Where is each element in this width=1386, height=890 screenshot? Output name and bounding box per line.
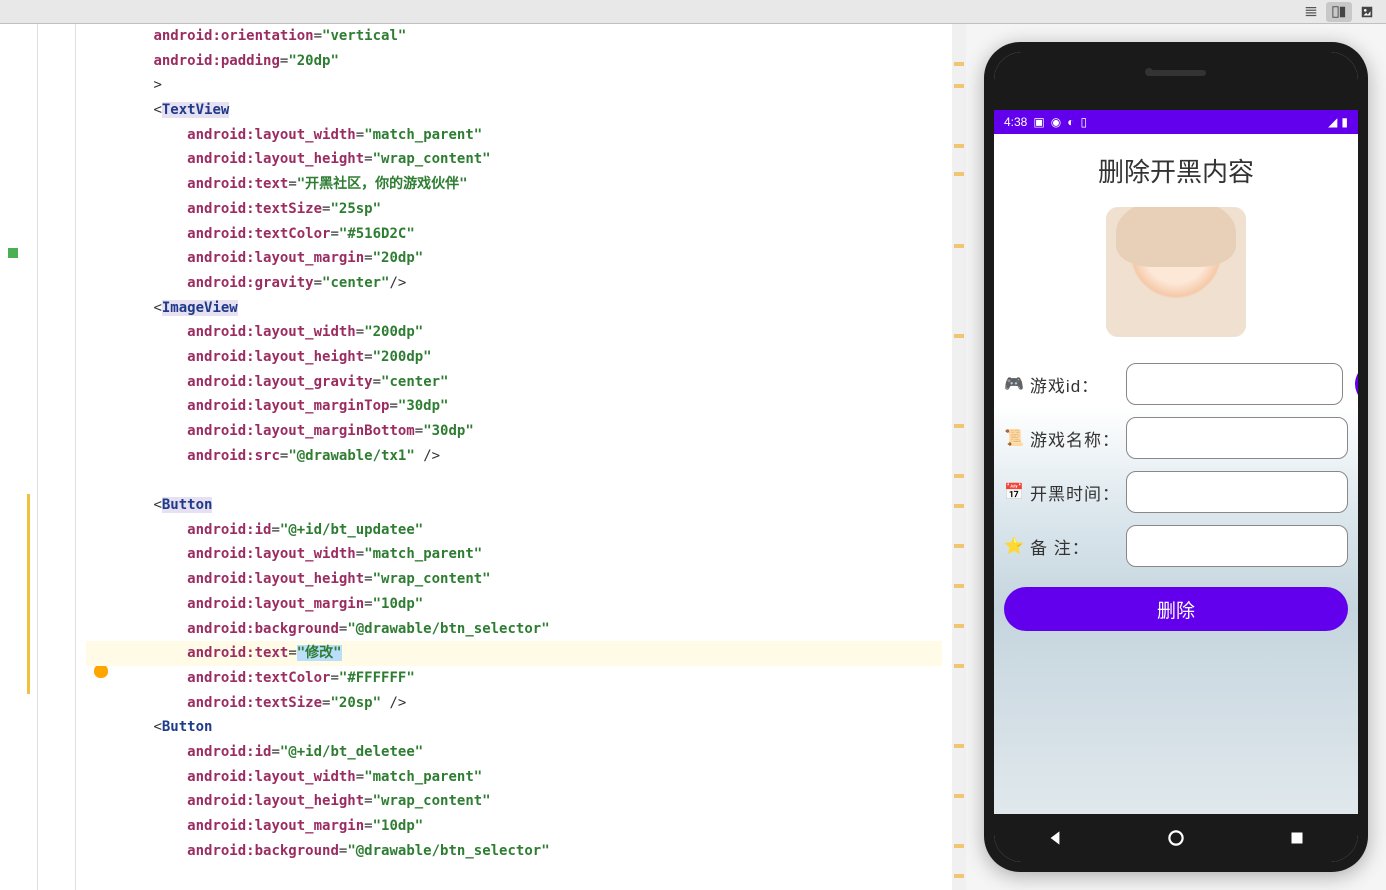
status-bar: 4:38 ▣ ◉ ◐ ▯ ◢ ▮ [994,110,1358,134]
change-marker [27,494,30,694]
app-screen: 删除开黑内容 🎮 游戏id： 查询 📜 游戏名称： 📅 开黑时间： ⭐ 备 注： 删除 [994,134,1358,814]
warning-marker[interactable] [954,744,964,748]
nav-recent-icon[interactable] [1286,827,1308,849]
text-input[interactable] [1126,363,1343,405]
warning-marker[interactable] [954,172,964,176]
warning-marker[interactable] [954,424,964,428]
code-editor[interactable]: android:orientation="vertical" android:p… [0,24,966,890]
system-nav-bar [994,814,1358,862]
header-image [1106,207,1246,337]
code-line[interactable]: android:layout_marginBottom="30dp" [86,419,942,444]
view-code-icon[interactable] [1298,2,1324,22]
code-line[interactable]: android:layout_height="wrap_content" [86,567,942,592]
warning-marker[interactable] [954,624,964,628]
status-notif2-icon: ▯ [1080,115,1087,129]
code-line[interactable]: android:layout_marginTop="30dp" [86,394,942,419]
preview-toolbar [0,0,1386,24]
code-line[interactable]: android:text="修改" [86,641,942,666]
code-line[interactable]: android:background="@drawable/btn_select… [86,839,942,864]
status-time: 4:38 [1004,115,1027,129]
code-line[interactable]: > [86,73,942,98]
code-line[interactable]: android:textColor="#FFFFFF" [86,666,942,691]
warning-marker[interactable] [954,334,964,338]
form-row: ⭐ 备 注： [994,519,1358,573]
code-line[interactable]: android:src="@drawable/tx1" /> [86,444,942,469]
warning-marker[interactable] [954,794,964,798]
field-label: 游戏名称： [1030,426,1120,451]
field-icon: 📅 [1004,482,1024,502]
code-line[interactable]: android:id="@+id/bt_deletee" [86,740,942,765]
device-frame: 4:38 ▣ ◉ ◐ ▯ ◢ ▮ 删除开黑内容 🎮 游戏id： 查询 📜 游戏名称： 📅 开… [984,42,1368,872]
field-icon: 📜 [1004,428,1024,448]
field-label: 开黑时间： [1030,480,1120,505]
form-row: 📜 游戏名称： [994,411,1358,465]
code-line[interactable]: android:layout_margin="20dp" [86,246,942,271]
warning-marker[interactable] [954,844,964,848]
battery-icon: ▮ [1341,115,1348,129]
code-line[interactable]: <Button [86,715,942,740]
warning-marker[interactable] [954,584,964,588]
warning-marker[interactable] [954,544,964,548]
code-line[interactable]: android:layout_margin="10dp" [86,592,942,617]
form-row: 🎮 游戏id： 查询 [994,357,1358,411]
text-input[interactable] [1126,417,1348,459]
field-label: 游戏id： [1030,372,1120,397]
code-line[interactable]: android:background="@drawable/btn_select… [86,617,942,642]
code-line[interactable]: android:textSize="20sp" /> [86,691,942,716]
code-line[interactable]: android:orientation="vertical" [86,24,942,49]
text-input[interactable] [1126,525,1348,567]
code-line[interactable]: android:layout_height="wrap_content" [86,147,942,172]
code-line[interactable]: android:textSize="25sp" [86,197,942,222]
warning-marker[interactable] [954,504,964,508]
code-text-area[interactable]: android:orientation="vertical" android:p… [76,24,952,890]
warning-marker[interactable] [954,144,964,148]
status-notif-icon: ◐ [1067,115,1074,129]
nav-back-icon[interactable] [1044,827,1066,849]
code-line[interactable]: android:textColor="#516D2C" [86,222,942,247]
error-stripe[interactable] [952,24,966,890]
text-input[interactable] [1126,471,1348,513]
code-line[interactable]: android:layout_gravity="center" [86,370,942,395]
warning-marker[interactable] [954,244,964,248]
field-icon: ⭐ [1004,536,1024,556]
page-title: 删除开黑内容 [994,134,1358,199]
field-icon: 🎮 [1004,374,1024,394]
warning-marker[interactable] [954,874,964,878]
layout-preview-panel: 4:38 ▣ ◉ ◐ ▯ ◢ ▮ 删除开黑内容 🎮 游戏id： 查询 📜 游戏名称： 📅 开… [966,24,1386,890]
code-line[interactable]: android:layout_width="match_parent" [86,123,942,148]
warning-marker[interactable] [954,474,964,478]
signal-icon: ◢ [1328,115,1337,129]
code-line[interactable]: android:layout_width="200dp" [86,320,942,345]
device-bezel-top [994,52,1358,110]
code-line[interactable]: android:padding="20dp" [86,49,942,74]
code-line[interactable]: android:text="开黑社区，你的游戏伙伴" [86,172,942,197]
warning-marker[interactable] [954,62,964,66]
code-line[interactable]: <Button [86,493,942,518]
view-split-icon[interactable] [1326,2,1352,22]
code-line[interactable]: <TextView [86,98,942,123]
code-line[interactable]: android:gravity="center"/> [86,271,942,296]
query-button[interactable]: 查询 [1355,363,1358,405]
code-line[interactable]: android:layout_height="wrap_content" [86,789,942,814]
warning-marker[interactable] [954,664,964,668]
code-line[interactable]: android:layout_height="200dp" [86,345,942,370]
code-line[interactable] [86,468,942,493]
delete-button[interactable]: 删除 [1004,587,1348,631]
code-line[interactable]: android:layout_width="match_parent" [86,542,942,567]
form-row: 📅 开黑时间： [994,465,1358,519]
breakpoint-gutter[interactable] [0,24,38,890]
status-app-icon: ▣ [1033,115,1044,129]
fold-gutter[interactable] [38,24,76,890]
field-label: 备 注： [1030,534,1120,559]
speaker-slot [1146,70,1206,76]
code-line[interactable]: android:id="@+id/bt_updatee" [86,518,942,543]
code-line[interactable]: android:layout_width="match_parent" [86,765,942,790]
code-line[interactable]: <ImageView [86,296,942,321]
bookmark-icon [8,248,18,258]
status-wifi-icon: ◉ [1051,115,1061,129]
code-line[interactable]: android:layout_margin="10dp" [86,814,942,839]
nav-home-icon[interactable] [1165,827,1187,849]
view-design-icon[interactable] [1354,2,1380,22]
warning-marker[interactable] [954,84,964,88]
